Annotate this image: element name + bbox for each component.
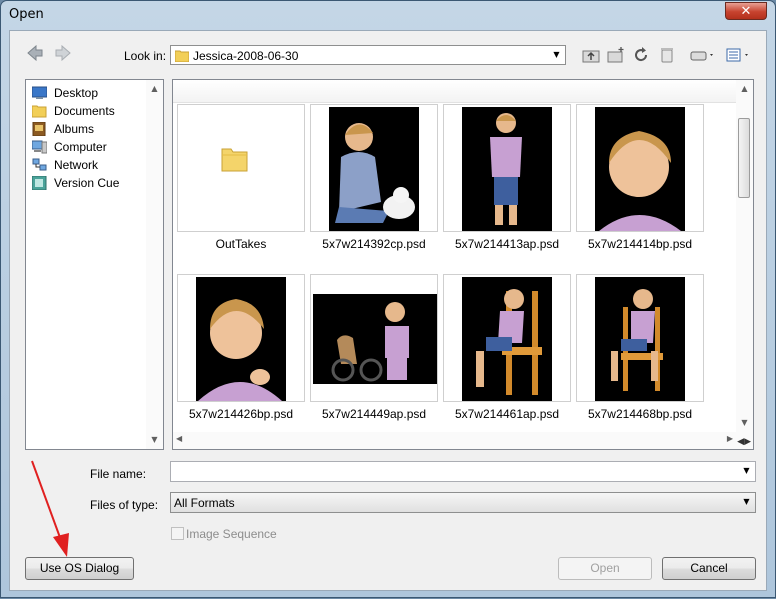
open-dialog-window: Open ✕ Look in: Jessica-2008-06-30 ▼ Des… [0,0,776,598]
annotation-arrow [31,460,69,557]
